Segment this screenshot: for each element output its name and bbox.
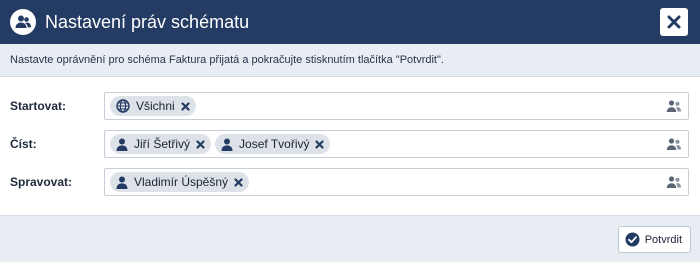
globe-icon xyxy=(116,99,130,113)
user-icon xyxy=(116,176,128,189)
dialog-header: Nastavení práv schématu xyxy=(0,0,700,44)
users-circle-icon xyxy=(10,9,36,35)
dialog-title: Nastavení práv schématu xyxy=(45,11,250,32)
user-picker-icon[interactable] xyxy=(666,137,682,151)
info-text: Nastavte oprávnění pro schéma Faktura př… xyxy=(10,54,444,66)
permission-chip: Všichni xyxy=(110,96,196,116)
close-button[interactable] xyxy=(660,8,688,36)
permission-label-manage: Spravovat: xyxy=(10,175,73,189)
chip-label: Josef Tvořivý xyxy=(239,137,310,151)
permissions-dialog: Nastavení práv schématu Nastavte oprávně… xyxy=(0,0,700,262)
permission-row-manage: Spravovat: Vladimír Úspěšný xyxy=(0,163,700,201)
remove-chip-icon[interactable] xyxy=(315,139,325,149)
permission-chip: Jiří Šetřivý xyxy=(110,134,212,154)
permission-label-read: Číst: xyxy=(10,137,37,151)
start-permission-field[interactable]: Všichni xyxy=(104,92,689,120)
remove-chip-icon[interactable] xyxy=(196,139,205,149)
remove-chip-icon[interactable] xyxy=(234,177,243,187)
user-picker-icon[interactable] xyxy=(666,99,682,113)
permission-label-start: Startovat: xyxy=(10,99,67,113)
read-permission-field[interactable]: Jiří Šetřivý Josef Tvořivý xyxy=(104,130,689,158)
permission-row-read: Číst: Jiří Šetřivý Josef Tvořivý xyxy=(0,125,700,163)
permissions-form: Startovat: Všichni Číst: Jiří Šetřivý Jo… xyxy=(0,77,700,201)
check-circle-icon xyxy=(625,232,640,247)
chip-label: Všichni xyxy=(136,99,175,113)
dialog-footer: Potvrdit xyxy=(0,215,700,262)
permission-row-start: Startovat: Všichni xyxy=(0,87,700,125)
user-icon xyxy=(116,138,128,151)
manage-permission-field[interactable]: Vladimír Úspěšný xyxy=(104,168,689,196)
remove-chip-icon[interactable] xyxy=(181,101,190,111)
chip-label: Jiří Šetřivý xyxy=(134,137,191,151)
user-icon xyxy=(221,138,233,151)
close-icon xyxy=(667,15,681,29)
permission-chip: Josef Tvořivý xyxy=(215,134,331,154)
user-picker-icon[interactable] xyxy=(666,175,682,189)
confirm-label: Potvrdit xyxy=(644,233,682,246)
chip-label: Vladimír Úspěšný xyxy=(134,175,229,189)
info-bar: Nastavte oprávnění pro schéma Faktura př… xyxy=(0,44,700,77)
confirm-button[interactable]: Potvrdit xyxy=(617,226,691,253)
permission-chip: Vladimír Úspěšný xyxy=(110,172,250,192)
